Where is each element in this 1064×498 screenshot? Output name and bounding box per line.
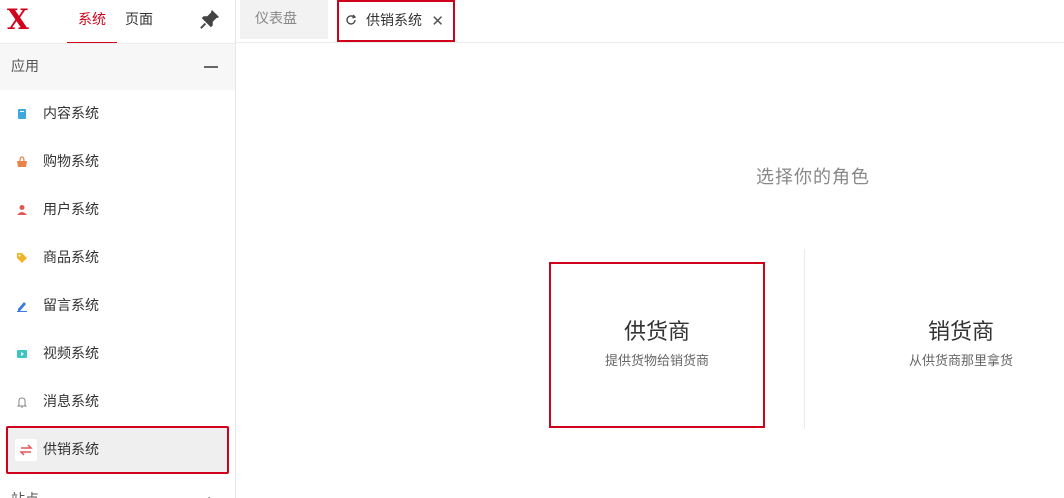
sidebar-header: X 系统 页面 [0, 0, 235, 44]
section-apps-label: 应用 [11, 59, 39, 75]
sidebar-item-notifications[interactable]: 消息系统 [0, 378, 235, 426]
sidebar-item-supply-sales[interactable]: 供销系统 [6, 426, 229, 474]
sidebar-item-label: 留言系统 [43, 298, 99, 314]
main-content: 选择你的角色 供货商 提供货物给销货商 销货商 从供货商那里拿货 [236, 43, 1064, 498]
supplier-title: 供货商 [623, 320, 690, 345]
seller-title: 销货商 [927, 320, 994, 345]
collapse-icon[interactable] [204, 66, 218, 68]
section-sites[interactable]: 站点 + [0, 490, 235, 498]
sidebar-item-shopping[interactable]: 购物系统 [0, 138, 235, 186]
shopping-bag-icon [17, 156, 27, 167]
sidebar-item-label: 用户系统 [43, 202, 99, 218]
supplier-desc: 提供货物给销货商 [604, 354, 709, 369]
exchange-icon [15, 439, 37, 461]
tab-dashboard[interactable]: 仪表盘 [240, 0, 328, 39]
logo: X [7, 3, 29, 36]
tag-icon [17, 253, 27, 263]
sidebar-item-label: 消息系统 [43, 394, 99, 410]
sidebar-item-label: 供销系统 [43, 442, 99, 458]
sidebar: X 系统 页面 应用 内容系统 购物系统 用户系统 商品系统 留言系统 视频系统… [0, 0, 236, 498]
sidebar-item-label: 商品系统 [43, 250, 99, 266]
sidebar-item-label: 购物系统 [43, 154, 99, 170]
tab-system[interactable]: 系统 [67, 0, 117, 44]
tab-label: 供销系统 [366, 13, 422, 29]
bell-icon [16, 397, 28, 408]
user-icon [17, 205, 27, 215]
sidebar-item-label: 内容系统 [43, 106, 99, 122]
pen-icon [17, 302, 27, 312]
sidebar-item-users[interactable]: 用户系统 [0, 186, 235, 234]
sidebar-item-video[interactable]: 视频系统 [0, 330, 235, 378]
expand-icon[interactable]: + [203, 492, 215, 498]
tab-bar: 仪表盘 供销系统 ✕ [236, 0, 1064, 43]
seller-card[interactable]: 销货商 从供货商那里拿货 [856, 262, 1064, 428]
refresh-icon[interactable] [345, 14, 357, 26]
tab-supply-sales[interactable]: 供销系统 ✕ [337, 0, 455, 42]
seller-desc: 从供货商那里拿货 [908, 354, 1013, 369]
video-icon [17, 350, 27, 358]
sidebar-item-messages-board[interactable]: 留言系统 [0, 282, 235, 330]
sidebar-item-products[interactable]: 商品系统 [0, 234, 235, 282]
divider [804, 249, 805, 429]
sidebar-item-label: 视频系统 [43, 346, 99, 362]
document-icon [18, 109, 26, 119]
supplier-card[interactable]: 供货商 提供货物给销货商 [549, 262, 765, 428]
pin-icon[interactable] [199, 8, 221, 30]
tab-pages[interactable]: 页面 [125, 0, 153, 42]
close-icon[interactable]: ✕ [431, 2, 444, 40]
section-sites-label: 站点 [11, 492, 39, 498]
section-apps[interactable]: 应用 [0, 43, 235, 90]
sidebar-item-content[interactable]: 内容系统 [0, 90, 235, 138]
role-prompt: 选择你的角色 [756, 167, 870, 188]
